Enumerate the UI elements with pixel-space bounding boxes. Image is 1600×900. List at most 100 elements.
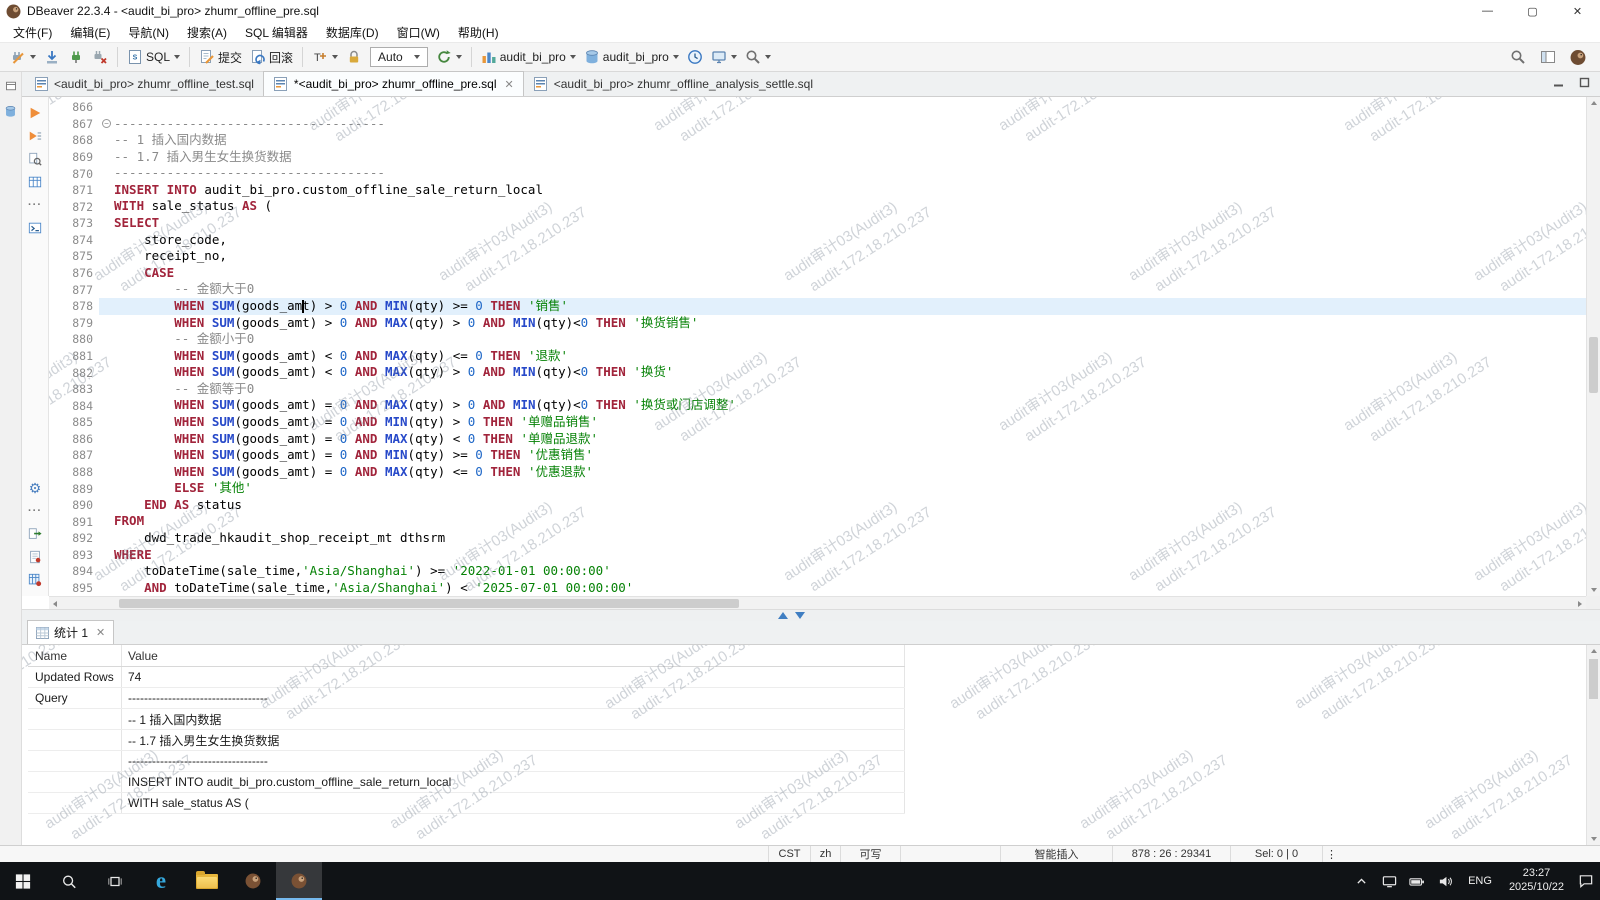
maximize-results-icon[interactable] <box>795 612 805 619</box>
minimize-button[interactable]: — <box>1465 0 1510 22</box>
explain-plan-button[interactable] <box>27 151 43 167</box>
transaction-monitor[interactable] <box>683 46 707 68</box>
menu-navigate[interactable]: 导航(N) <box>119 24 178 41</box>
restore-panel-button[interactable] <box>3 78 19 94</box>
maximize-panel-button[interactable] <box>1576 75 1592 94</box>
script-file-button[interactable] <box>27 549 43 565</box>
maximize-button[interactable]: ▢ <box>1510 0 1555 22</box>
result-row[interactable]: INSERT INTO audit_bi_pro.custom_offline_… <box>28 772 905 793</box>
result-row[interactable]: WITH sale_status AS ( <box>28 793 905 814</box>
sql-editor[interactable]: 866867−---------------------------------… <box>49 97 1600 596</box>
toolbar-separator <box>471 47 472 67</box>
refresh-button[interactable] <box>432 46 466 68</box>
task-view-button[interactable] <box>92 862 138 900</box>
editor-tab-3[interactable]: <audit_bi_pro> zhumr_offline_analysis_se… <box>524 71 822 96</box>
code-text: -- 金额大于0 <box>114 281 1586 298</box>
results-grid[interactable]: NameValueUpdated Rows74Query------------… <box>28 645 1586 845</box>
line-number: 876 <box>49 265 99 282</box>
result-row[interactable]: -- 1 插入国内数据 <box>28 709 905 730</box>
network-settings-button[interactable] <box>707 46 741 68</box>
code-line: 888 WHEN SUM(goods_amt) = 0 AND MAX(qty)… <box>49 464 1586 481</box>
connection-selector[interactable]: audit_bi_pro <box>477 46 580 68</box>
statusbar-spacer <box>0 846 768 862</box>
tray-battery-icon[interactable] <box>1403 862 1431 900</box>
close-button[interactable]: ✕ <box>1555 0 1600 22</box>
dbeaver-taskbar-button[interactable] <box>230 862 276 900</box>
start-button[interactable] <box>0 862 46 900</box>
more-actions-button[interactable]: ··· <box>27 197 43 213</box>
result-row[interactable]: Updated Rows74 <box>28 667 905 688</box>
database-navigator-button[interactable] <box>3 103 19 119</box>
ie-browser-button[interactable]: e <box>138 862 184 900</box>
editor-results-sash[interactable] <box>0 609 1600 621</box>
code-text: SELECT <box>114 215 1586 232</box>
scrollbar-thumb[interactable] <box>1589 337 1598 393</box>
editor-more-button[interactable]: ··· <box>27 503 43 519</box>
menu-database[interactable]: 数据库(D) <box>317 24 388 41</box>
execute-script-button[interactable] <box>27 128 43 144</box>
result-row[interactable]: Query----------------------------------- <box>28 688 905 709</box>
code-text: ------------------------------------ <box>114 116 1586 133</box>
transaction-log-button[interactable]: T <box>308 46 342 68</box>
sql-editor-menu[interactable]: SSQL <box>123 46 184 68</box>
chevron-down-icon <box>456 55 462 59</box>
tab-close-icon[interactable]: ✕ <box>505 78 514 91</box>
menu-edit[interactable]: 编辑(E) <box>61 24 119 41</box>
rollback-button[interactable]: 回滚 <box>246 46 297 69</box>
taskbar-search-button[interactable] <box>46 862 92 900</box>
results-tab-statistics[interactable]: 统计 1 ✕ <box>27 620 114 644</box>
fetch-from-db-button[interactable] <box>40 46 64 68</box>
results-scrollbar-thumb[interactable] <box>1589 659 1598 699</box>
code-text: -- 金额小于0 <box>114 331 1586 348</box>
db-small-icon <box>3 103 19 119</box>
file-explorer-button[interactable] <box>184 862 230 900</box>
tray-network-icon[interactable] <box>1375 862 1403 900</box>
results-tab-close-icon[interactable]: ✕ <box>96 626 105 639</box>
statusbar-menu[interactable]: ⋮ <box>1322 846 1340 862</box>
menu-help[interactable]: 帮助(H) <box>449 24 508 41</box>
editor-tab-1[interactable]: <audit_bi_pro> zhumr_offline_test.sql <box>24 71 263 96</box>
metadata-search-button[interactable] <box>741 46 775 68</box>
export-data-button[interactable] <box>27 526 43 542</box>
connect-button[interactable] <box>64 46 88 68</box>
code-line: 877 -- 金额大于0 <box>49 281 1586 298</box>
save-to-db-button[interactable] <box>27 572 43 588</box>
taskbar-clock[interactable]: 23:27 2025/10/22 <box>1501 862 1572 900</box>
menu-search[interactable]: 搜索(A) <box>178 24 236 41</box>
execute-statement-button[interactable] <box>27 105 43 121</box>
insert-mode-indicator[interactable]: 智能插入 <box>1000 846 1112 862</box>
min-panel-icon <box>1550 75 1566 91</box>
menu-window[interactable]: 窗口(W) <box>388 24 449 41</box>
edit-connection-button[interactable] <box>6 46 40 68</box>
commit-button[interactable]: 提交 <box>195 46 246 69</box>
layout-toggle-button[interactable] <box>1536 46 1560 68</box>
commit-mode-select[interactable]: Auto <box>370 47 428 67</box>
menu-sql-editor[interactable]: SQL 编辑器 <box>236 24 317 41</box>
schema-selector[interactable]: audit_bi_pro <box>580 46 683 68</box>
open-sql-console-button[interactable] <box>27 220 43 236</box>
dbeaver-logo[interactable] <box>1566 46 1590 68</box>
language-indicator[interactable]: ENG <box>1459 862 1501 900</box>
minimize-panel-button[interactable] <box>1550 75 1566 94</box>
quick-search-button[interactable] <box>1506 46 1530 68</box>
editor-tab-2[interactable]: *<audit_bi_pro> zhumr_offline_pre.sql ✕ <box>263 71 524 96</box>
code-line: 887 WHEN SUM(goods_amt) = 0 AND MIN(qty)… <box>49 447 1586 464</box>
editor-settings-button[interactable]: ⚙ <box>27 480 43 496</box>
result-row[interactable]: -- 1.7 插入男生女生换货数据 <box>28 730 905 751</box>
tab-label: *<audit_bi_pro> zhumr_offline_pre.sql <box>294 77 497 91</box>
search-icon <box>1510 49 1526 65</box>
editor-horizontal-scrollbar[interactable] <box>49 596 1586 609</box>
dbeaver-taskbar-button-active[interactable] <box>276 862 322 900</box>
disconnect-button[interactable] <box>88 46 112 68</box>
menu-file[interactable]: 文件(F) <box>4 24 61 41</box>
editor-vertical-scrollbar[interactable] <box>1586 97 1600 596</box>
autocommit-lock[interactable] <box>342 46 366 68</box>
action-center-button[interactable] <box>1572 862 1600 900</box>
tray-volume-icon[interactable] <box>1431 862 1459 900</box>
maximize-editor-icon[interactable] <box>778 612 788 619</box>
tray-expand-button[interactable] <box>1347 862 1375 900</box>
results-vertical-scrollbar[interactable] <box>1586 645 1600 845</box>
show-grid-button[interactable] <box>27 174 43 190</box>
result-row[interactable]: ----------------------------------- <box>28 751 905 772</box>
hscrollbar-thumb[interactable] <box>119 599 739 608</box>
